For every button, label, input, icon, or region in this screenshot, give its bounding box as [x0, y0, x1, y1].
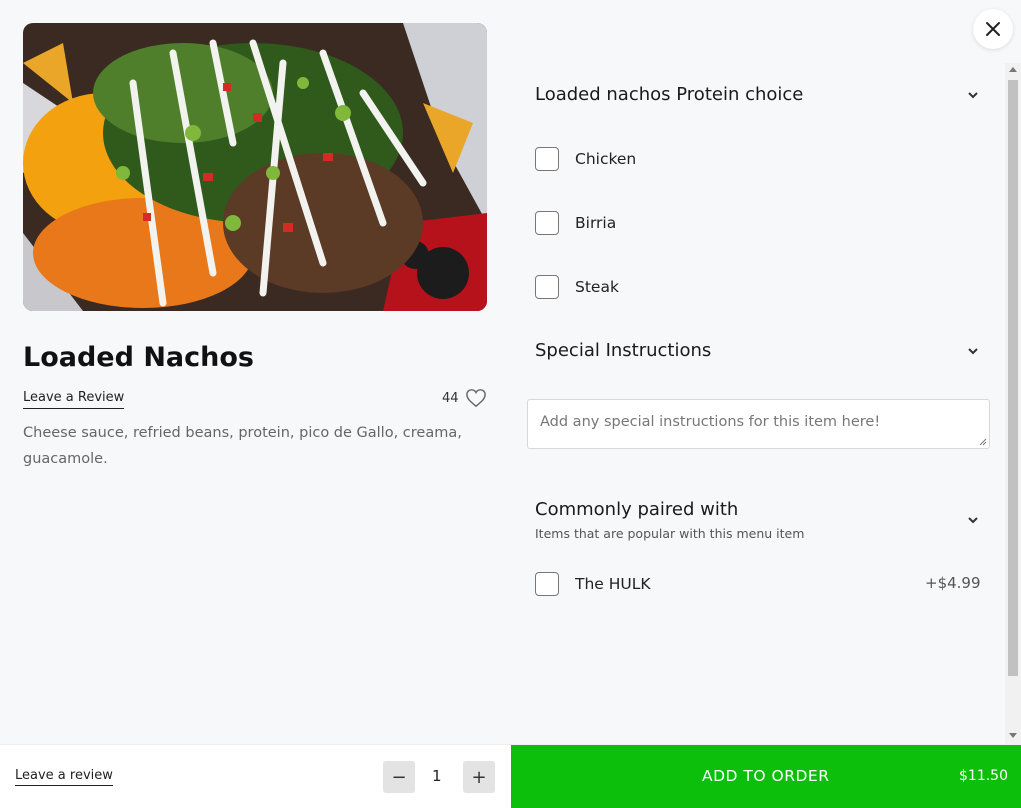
item-image	[23, 23, 487, 311]
paired-item-price: +$4.99	[925, 574, 981, 592]
item-description: Cheese sauce, refried beans, protein, pi…	[23, 425, 462, 467]
checkbox[interactable]	[535, 211, 559, 235]
option-birria[interactable]: Birria	[535, 211, 616, 235]
item-title: Loaded Nachos	[23, 342, 255, 373]
leave-review-link[interactable]: Leave a Review	[23, 390, 125, 409]
likes[interactable]: 44	[442, 388, 487, 408]
instructions-placeholder: Add any special instructions for this it…	[540, 414, 881, 430]
quantity-value: 1	[432, 767, 442, 785]
paired-section-subtitle: Items that are popular with this menu it…	[535, 526, 805, 541]
chevron-down-icon[interactable]	[965, 87, 981, 103]
add-to-order-label: ADD TO ORDER	[702, 767, 830, 785]
leave-review-link[interactable]: Leave a review	[15, 768, 113, 786]
bottom-bar: Leave a review − 1 + ADD TO ORDER $11.50	[0, 744, 1021, 808]
checkbox[interactable]	[535, 147, 559, 171]
option-chicken[interactable]: Chicken	[535, 147, 636, 171]
protein-section-title: Loaded nachos Protein choice	[535, 84, 804, 105]
special-instructions-input[interactable]: Add any special instructions for this it…	[527, 399, 990, 449]
close-button[interactable]	[973, 9, 1013, 49]
instructions-section-title: Special Instructions	[535, 340, 712, 361]
heart-icon[interactable]	[465, 388, 487, 408]
checkbox[interactable]	[535, 275, 559, 299]
resize-grip-icon[interactable]	[979, 438, 987, 446]
paired-section-title: Commonly paired with	[535, 499, 739, 520]
option-label: Steak	[575, 278, 619, 296]
scroll-up-arrow[interactable]	[1009, 67, 1017, 72]
decrease-quantity-button[interactable]: −	[383, 761, 415, 793]
paired-item-label: The HULK	[575, 575, 651, 593]
order-total: $11.50	[959, 768, 1008, 784]
add-to-order-button[interactable]: ADD TO ORDER $11.50	[511, 745, 1021, 808]
scrollbar[interactable]	[1005, 63, 1021, 744]
likes-count: 44	[442, 390, 459, 406]
option-label: Birria	[575, 214, 617, 232]
increase-quantity-button[interactable]: +	[463, 761, 495, 793]
option-label: Chicken	[575, 150, 637, 168]
scroll-down-arrow[interactable]	[1009, 733, 1017, 738]
chevron-down-icon[interactable]	[965, 343, 981, 359]
paired-item-the-hulk[interactable]: The HULK	[535, 572, 651, 596]
option-steak[interactable]: Steak	[535, 275, 619, 299]
chevron-down-icon[interactable]	[965, 512, 981, 528]
close-icon	[986, 22, 1000, 36]
scroll-thumb[interactable]	[1008, 80, 1018, 676]
checkbox[interactable]	[535, 572, 559, 596]
